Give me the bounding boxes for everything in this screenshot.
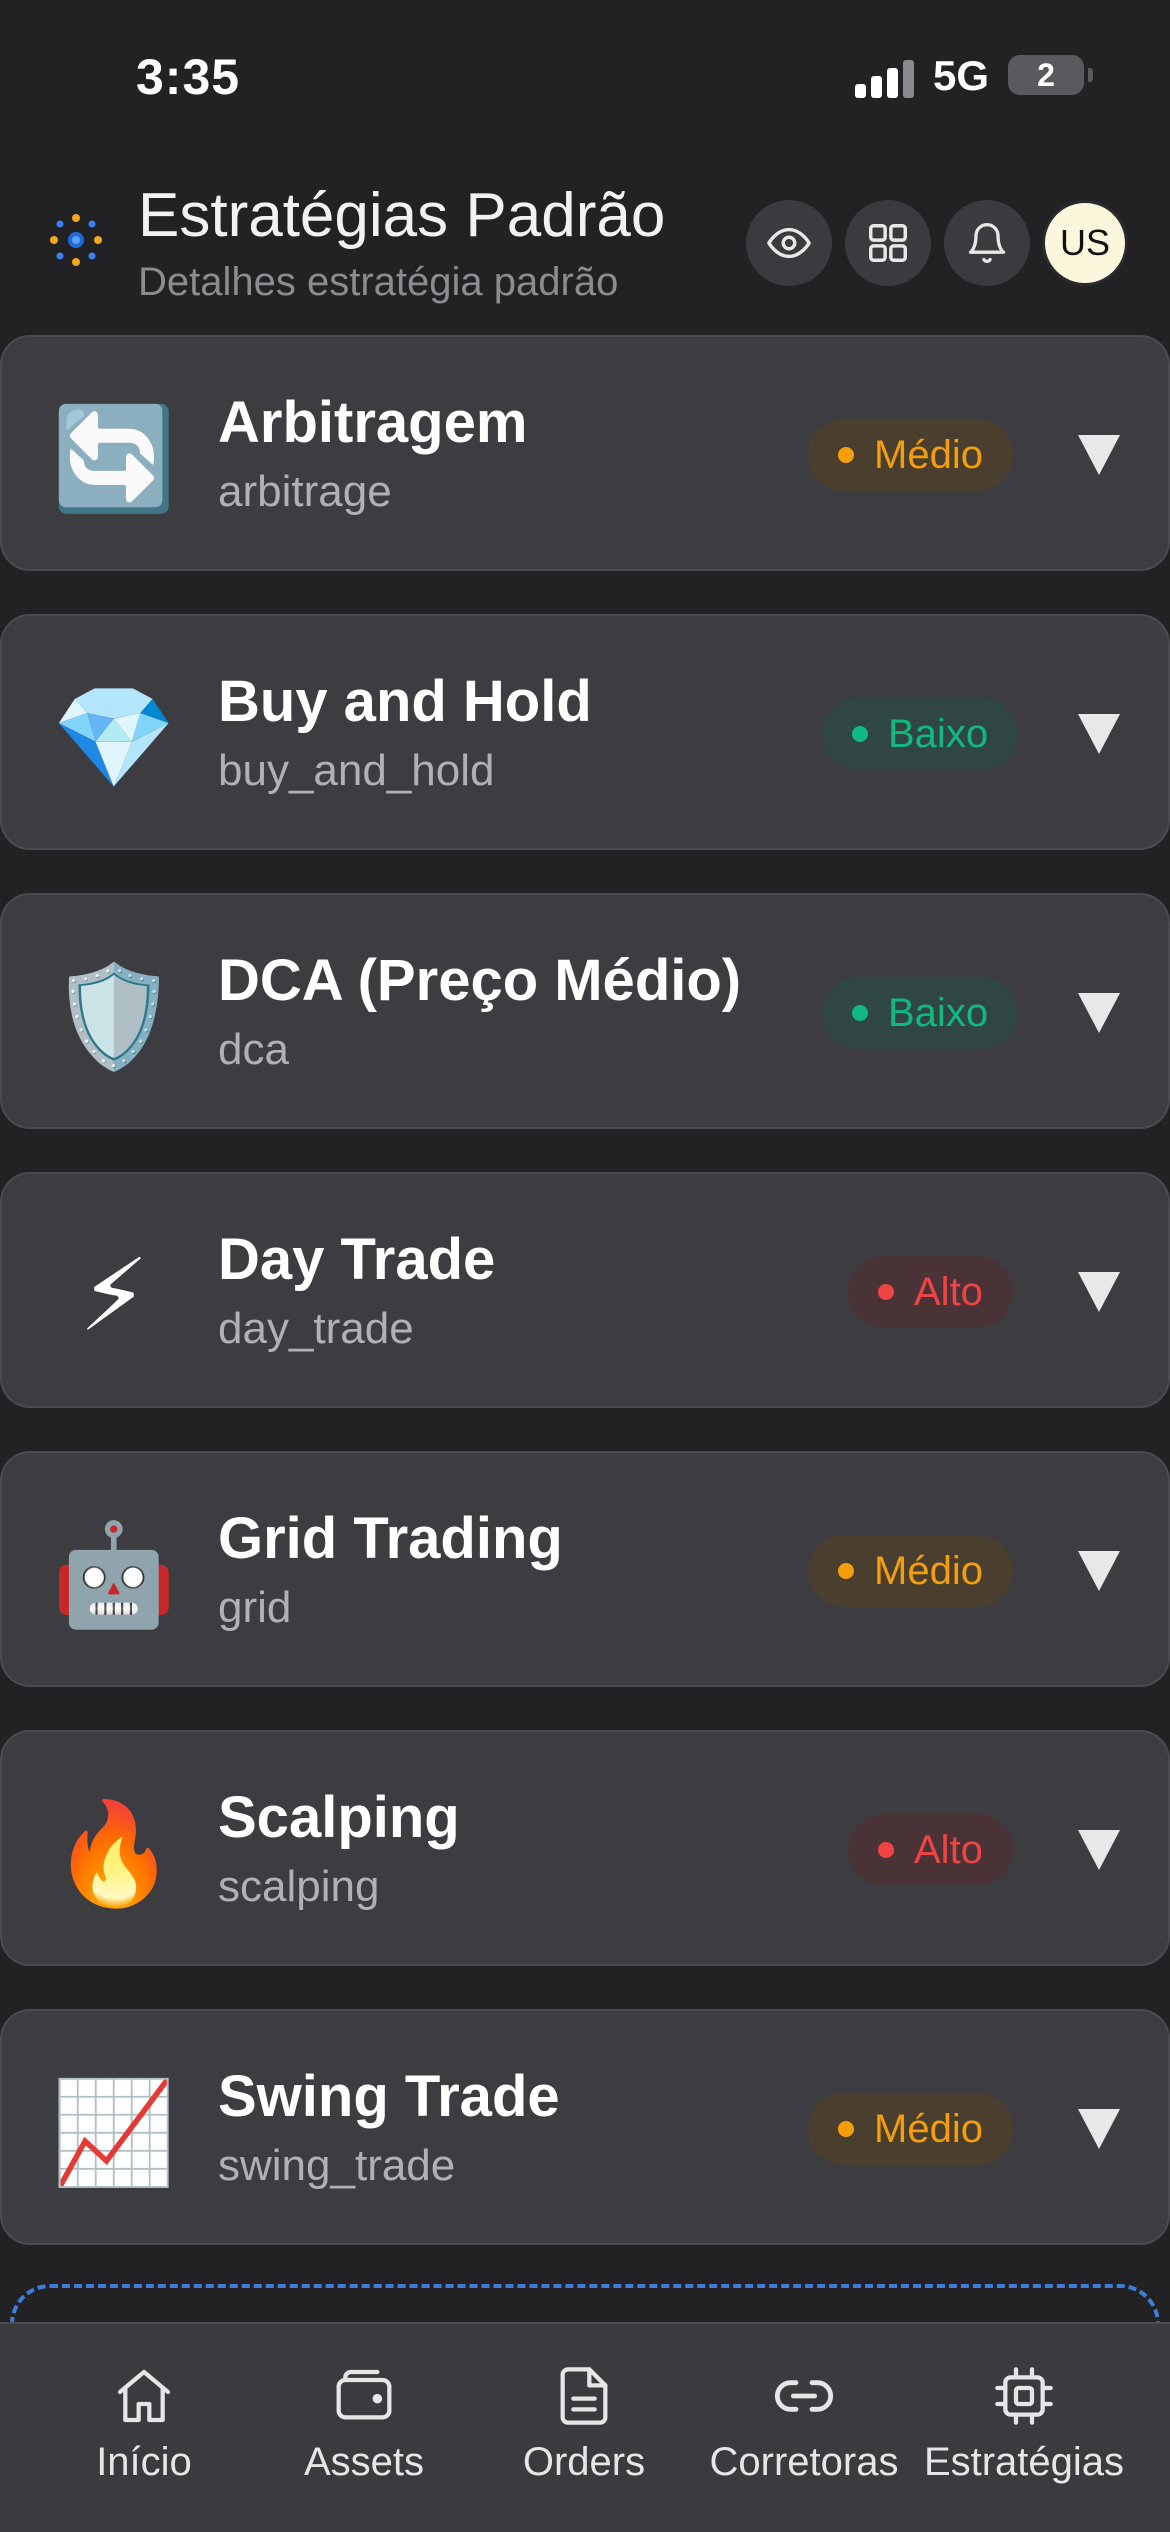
diamond-icon: 💎: [51, 682, 177, 794]
risk-dot: [878, 1284, 894, 1300]
risk-label: Médio: [874, 432, 983, 477]
grid-view-button[interactable]: [845, 200, 931, 286]
home-icon: [117, 2369, 171, 2423]
risk-dot: [878, 1842, 894, 1858]
lightning-icon: ⚡: [78, 1240, 150, 1352]
risk-badge: Médio: [808, 1535, 1013, 1607]
strategy-card-scalping[interactable]: 🔥 Scalping scalping Alto: [0, 1730, 1170, 1966]
signal-icon: [855, 58, 915, 98]
risk-dot: [852, 726, 868, 742]
chevron-down-icon[interactable]: [1078, 1272, 1120, 1312]
strategy-key: grid: [218, 1583, 292, 1632]
eye-icon: [767, 227, 811, 259]
strategy-key: arbitrage: [218, 467, 392, 516]
strategy-card-dca[interactable]: 🛡️ DCA (Preço Médio) dca Baixo: [0, 893, 1170, 1129]
risk-badge: Médio: [808, 2093, 1013, 2165]
battery-tip: [1088, 68, 1093, 82]
risk-badge: Alto: [848, 1256, 1013, 1328]
risk-badge: Baixo: [822, 698, 1019, 770]
arbitrage-icon: 🔄: [51, 403, 177, 515]
strategy-card-buy-and-hold[interactable]: 💎 Buy and Hold buy_and_hold Baixo: [0, 614, 1170, 850]
risk-label: Alto: [914, 1269, 983, 1314]
link-icon: [774, 2380, 834, 2412]
chevron-down-icon[interactable]: [1078, 993, 1120, 1033]
network-label: 5G: [933, 52, 990, 99]
tab-label: Estratégias: [923, 2440, 1125, 2484]
strategy-name: Arbitragem: [218, 390, 528, 455]
tab-orders[interactable]: Orders: [469, 2364, 699, 2485]
wallet-icon: [336, 2369, 392, 2420]
risk-dot: [838, 2121, 854, 2137]
chevron-down-icon[interactable]: [1078, 714, 1120, 754]
visibility-button[interactable]: [746, 200, 832, 286]
bell-icon: [968, 223, 1006, 263]
strategy-key: buy_and_hold: [218, 746, 495, 795]
robot-icon: 🤖: [51, 1519, 177, 1631]
risk-label: Médio: [874, 1548, 983, 1593]
tab-label: Início: [96, 2440, 192, 2484]
tab-label: Corretoras: [709, 2440, 899, 2484]
logo-icon: [50, 214, 102, 266]
strategy-key: swing_trade: [218, 2141, 456, 2190]
grid-icon: [869, 224, 907, 262]
strategy-name: Swing Trade: [218, 2064, 560, 2129]
risk-badge: Alto: [848, 1814, 1013, 1886]
strategy-name: Buy and Hold: [218, 669, 592, 734]
bottom-tab-bar: Início Assets Orders Corretoras Estratég…: [0, 2322, 1170, 2532]
shield-icon: 🛡️: [51, 961, 177, 1073]
risk-label: Médio: [874, 2106, 983, 2151]
page-title: Estratégias Padrão: [138, 181, 666, 250]
tab-assets[interactable]: Assets: [249, 2364, 479, 2485]
strategy-name: Scalping: [218, 1785, 460, 1850]
risk-dot: [852, 1005, 868, 1021]
strategy-name: Grid Trading: [218, 1506, 563, 1571]
risk-label: Alto: [914, 1827, 983, 1872]
strategy-card-grid-trading[interactable]: 🤖 Grid Trading grid Médio: [0, 1451, 1170, 1687]
chevron-down-icon[interactable]: [1078, 1830, 1120, 1870]
tab-inicio[interactable]: Início: [29, 2364, 259, 2485]
header: Estratégias Padrão Detalhes estratégia p…: [0, 150, 1170, 330]
status-bar: 3:35 5G 2: [0, 0, 1170, 150]
strategy-key: scalping: [218, 1862, 380, 1911]
risk-label: Baixo: [888, 990, 989, 1035]
risk-badge: Baixo: [822, 977, 1019, 1049]
tab-label: Assets: [303, 2440, 425, 2484]
avatar[interactable]: US: [1042, 200, 1128, 286]
chevron-down-icon[interactable]: [1078, 2109, 1120, 2149]
tab-corretoras[interactable]: Corretoras: [689, 2364, 919, 2485]
notifications-button[interactable]: [944, 200, 1030, 286]
chart-up-icon: 📈: [51, 2077, 177, 2189]
chevron-down-icon[interactable]: [1078, 435, 1120, 475]
tab-estrategias[interactable]: Estratégias: [909, 2364, 1139, 2485]
risk-dot: [838, 1563, 854, 1579]
chip-icon: [995, 2367, 1053, 2425]
status-time: 3:35: [136, 49, 241, 105]
tab-label: Orders: [522, 2440, 646, 2484]
chevron-down-icon[interactable]: [1078, 1551, 1120, 1591]
strategy-card-day-trade[interactable]: ⚡ Day Trade day_trade Alto: [0, 1172, 1170, 1408]
fire-icon: 🔥: [51, 1798, 177, 1910]
page-subtitle: Detalhes estratégia padrão: [138, 260, 619, 304]
strategy-name: DCA (Preço Médio): [218, 948, 742, 1013]
strategy-key: day_trade: [218, 1304, 414, 1353]
battery-icon: 2: [1008, 55, 1084, 95]
risk-dot: [838, 447, 854, 463]
strategy-key: dca: [218, 1025, 289, 1074]
strategy-card-swing-trade[interactable]: 📈 Swing Trade swing_trade Médio: [0, 2009, 1170, 2245]
risk-label: Baixo: [888, 711, 989, 756]
risk-badge: Médio: [808, 419, 1013, 491]
document-icon: [560, 2367, 608, 2425]
strategy-card-arbitragem[interactable]: 🔄 Arbitragem arbitrage Médio: [0, 335, 1170, 571]
strategy-name: Day Trade: [218, 1227, 496, 1292]
